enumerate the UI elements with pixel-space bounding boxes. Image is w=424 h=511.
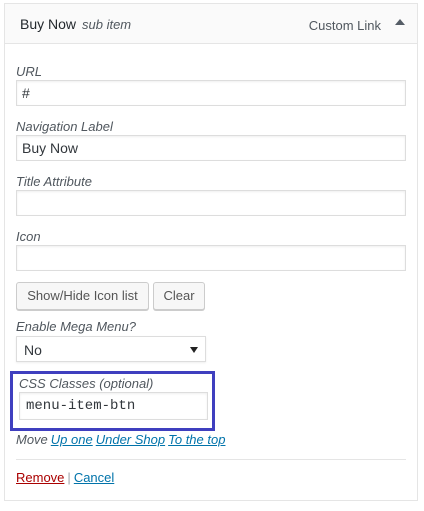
navigation-label-input[interactable]: Buy Now	[16, 135, 406, 161]
css-classes-label: CSS Classes (optional)	[19, 376, 154, 391]
move-controls: Move Up one Under Shop To the top	[16, 432, 225, 447]
move-to-top-link[interactable]: To the top	[168, 432, 225, 447]
divider	[16, 459, 406, 460]
menu-item-type: Custom Link	[308, 18, 381, 33]
url-input[interactable]: #	[16, 80, 406, 106]
actions-separator: |	[67, 470, 71, 485]
mega-menu-selected-value: No	[24, 342, 42, 358]
title-attribute-input[interactable]	[16, 190, 406, 216]
css-classes-input[interactable]: menu-item-btn	[19, 392, 208, 420]
remove-link[interactable]: Remove	[16, 470, 64, 485]
menu-item-title: Buy Now	[20, 16, 77, 32]
mega-menu-label: Enable Mega Menu?	[16, 319, 136, 334]
collapse-arrow-icon[interactable]	[395, 19, 405, 25]
item-actions: Remove | Cancel	[16, 470, 114, 485]
icon-label: Icon	[16, 229, 41, 244]
icon-input[interactable]	[16, 245, 406, 271]
show-hide-icon-list-button[interactable]: Show/Hide Icon list	[16, 282, 149, 310]
move-under-shop-link[interactable]: Under Shop	[96, 432, 165, 447]
title-attribute-label: Title Attribute	[16, 174, 92, 189]
move-up-one-link[interactable]: Up one	[51, 432, 93, 447]
menu-item-header[interactable]: Buy Now sub item Custom Link	[5, 4, 417, 44]
navigation-label-label: Navigation Label	[16, 119, 113, 134]
menu-item-settings-panel: Buy Now sub item Custom Link URL # Navig…	[4, 3, 418, 501]
mega-menu-select[interactable]: No	[16, 336, 206, 362]
menu-item-subtitle: sub item	[82, 17, 132, 32]
move-label: Move	[16, 432, 48, 447]
cancel-link[interactable]: Cancel	[74, 470, 114, 485]
css-classes-highlight: CSS Classes (optional) menu-item-btn	[10, 371, 215, 431]
clear-button[interactable]: Clear	[153, 282, 205, 310]
url-label: URL	[16, 64, 43, 79]
dropdown-arrow-icon	[190, 347, 198, 353]
